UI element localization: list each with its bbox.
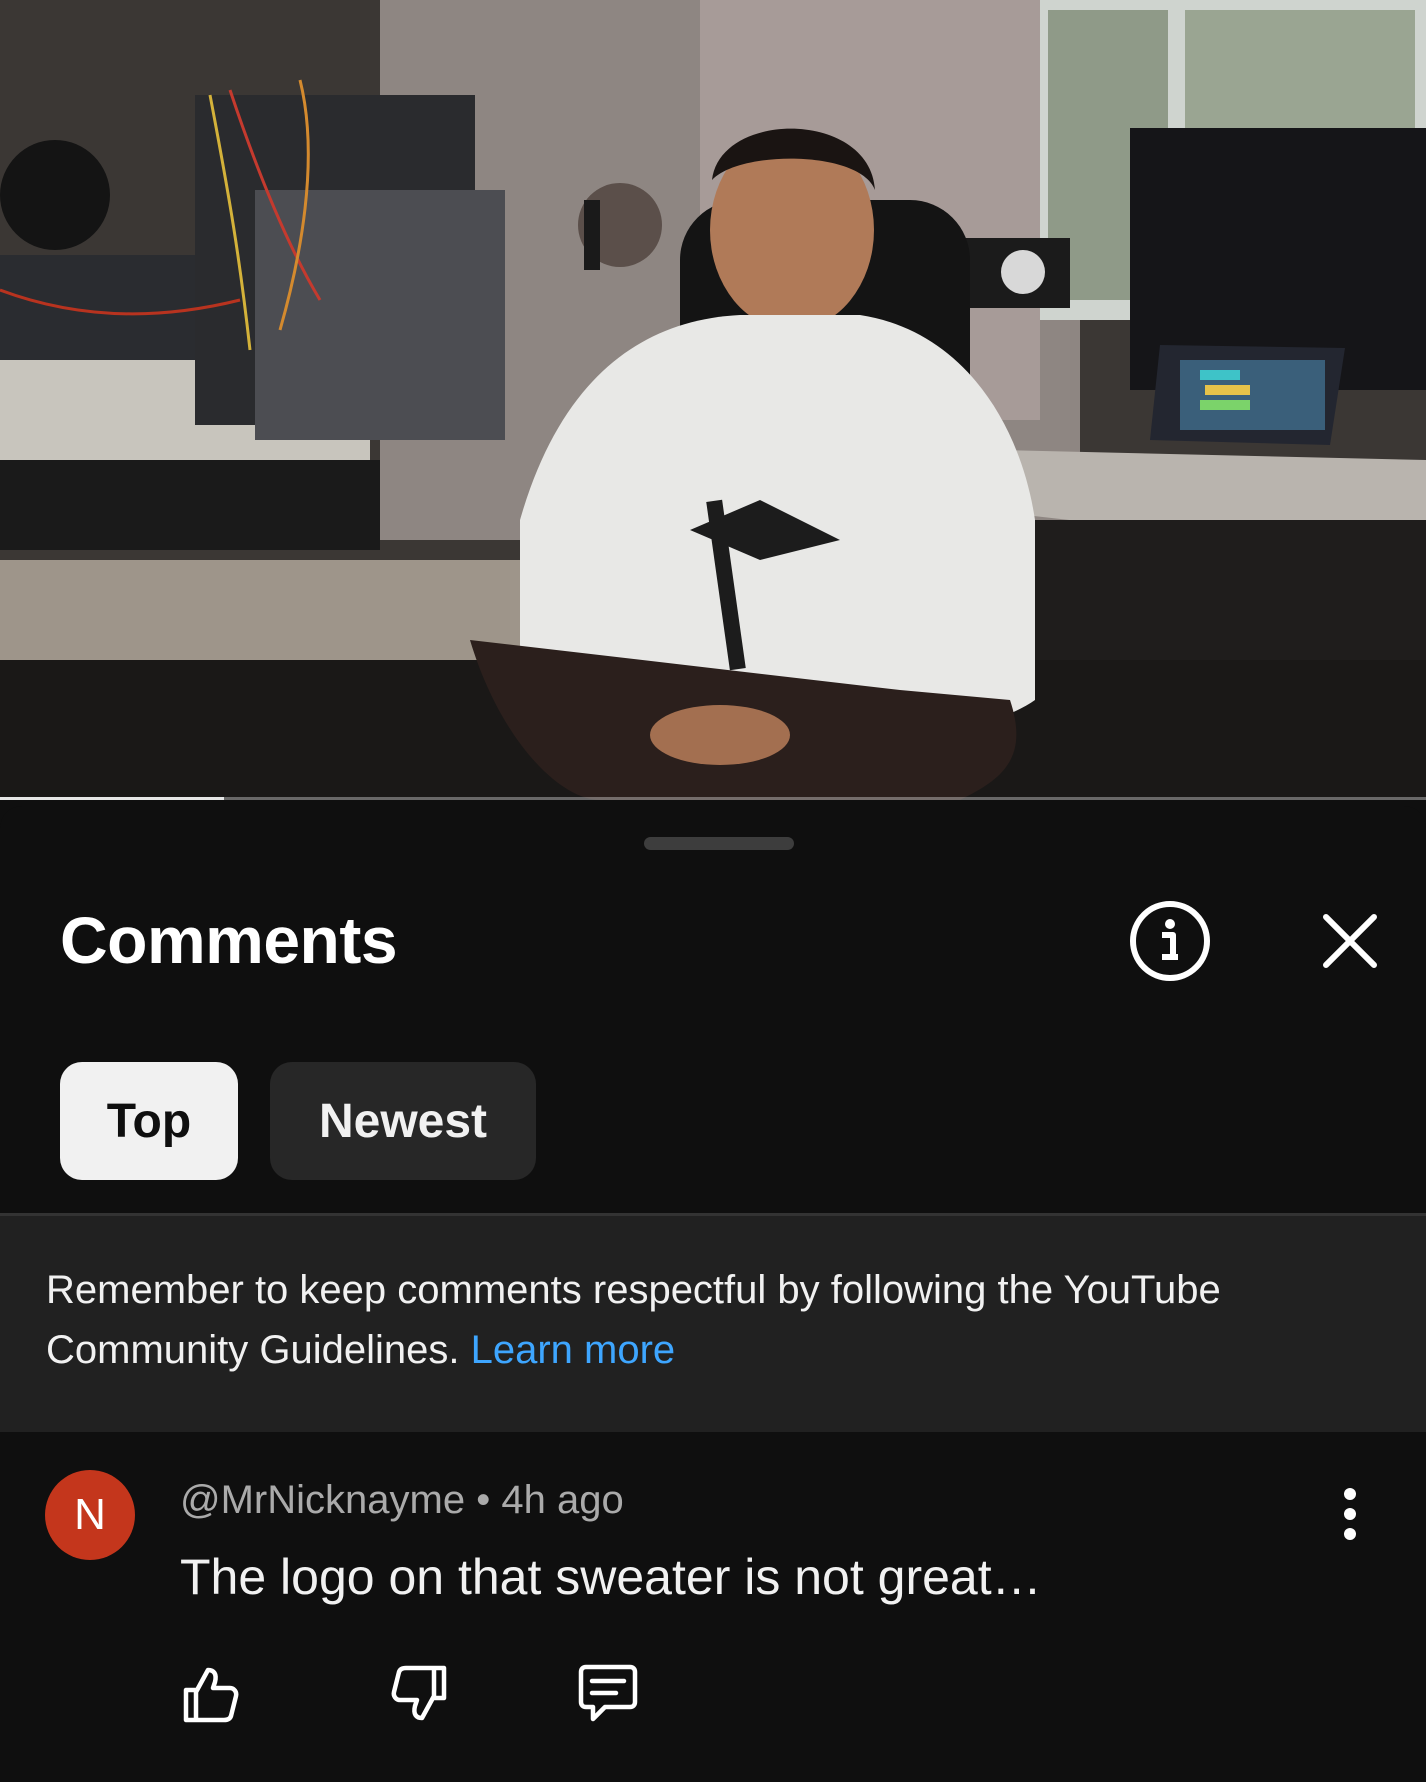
comments-panel: Comments Top Newest Remember to keep com… xyxy=(0,806,1426,1782)
reply-icon xyxy=(578,1664,638,1722)
more-vert-icon xyxy=(1344,1488,1356,1540)
thumbs-up-icon xyxy=(183,1667,239,1723)
panel-title: Comments xyxy=(60,903,398,977)
community-guidelines-notice: Remember to keep comments respectful by … xyxy=(0,1213,1426,1432)
comment-time: 4h ago xyxy=(501,1478,624,1522)
video-progress-fill xyxy=(0,797,224,800)
info-icon xyxy=(1130,901,1210,981)
filter-chip-newest[interactable]: Newest xyxy=(270,1062,536,1180)
info-button[interactable] xyxy=(1122,893,1218,989)
drag-handle[interactable] xyxy=(644,837,794,850)
comment-meta: @MrNicknayme • 4h ago xyxy=(180,1478,624,1523)
video-progress-bar[interactable] xyxy=(0,797,1426,800)
close-icon xyxy=(1323,914,1377,968)
learn-more-link[interactable]: Learn more xyxy=(471,1328,676,1372)
thumbs-down-icon xyxy=(391,1665,447,1721)
meta-separator: • xyxy=(476,1478,491,1522)
comment-author[interactable]: @MrNicknayme xyxy=(180,1478,465,1522)
close-button[interactable] xyxy=(1302,893,1398,989)
video-player[interactable] xyxy=(0,0,1426,800)
avatar[interactable]: N xyxy=(45,1470,135,1560)
dislike-button[interactable] xyxy=(380,1654,460,1734)
filter-chip-top[interactable]: Top xyxy=(60,1062,238,1180)
reply-button[interactable] xyxy=(568,1654,648,1734)
comment-text: The logo on that sweater is not great… xyxy=(180,1549,1042,1605)
comment-more-button[interactable] xyxy=(1302,1466,1398,1562)
notice-text-block: Remember to keep comments respectful by … xyxy=(46,1260,1386,1380)
like-button[interactable] xyxy=(170,1654,250,1734)
video-frame xyxy=(0,0,1426,800)
